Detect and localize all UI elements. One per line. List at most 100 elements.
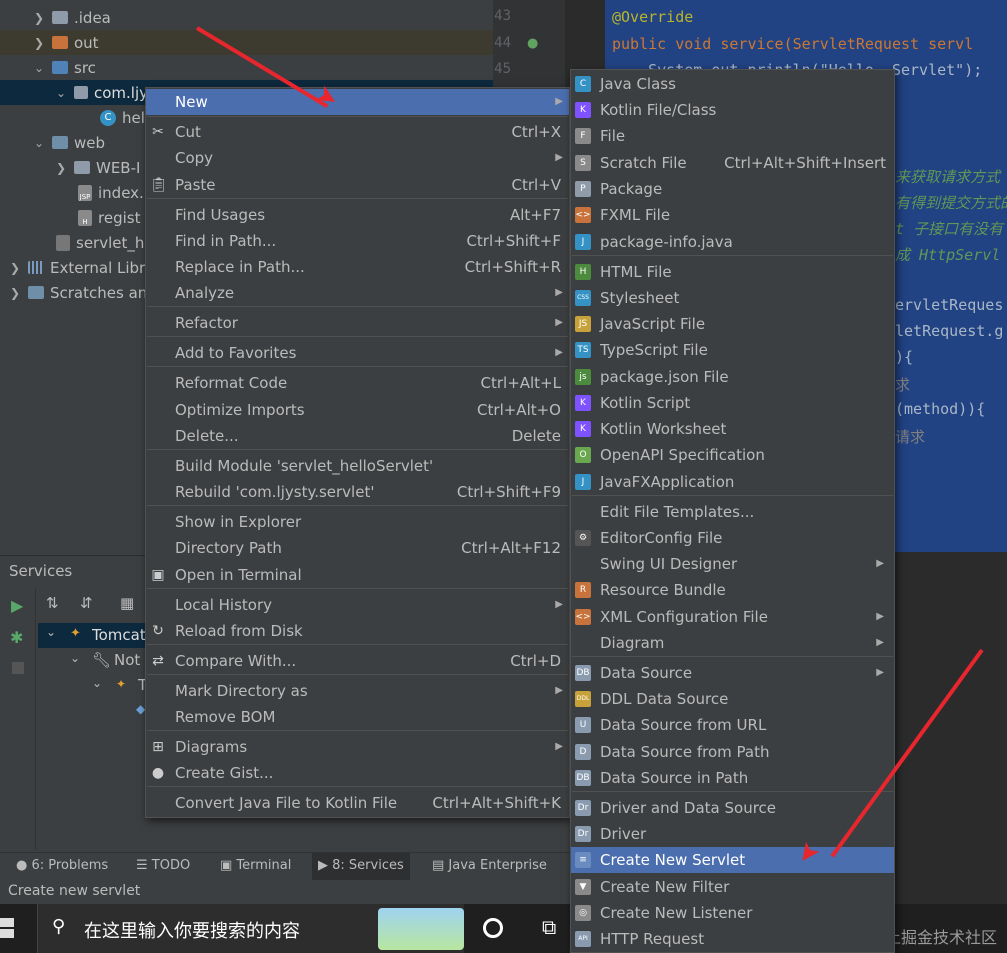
tomcat-icon: ✦ (70, 626, 81, 641)
chevron-right-icon[interactable]: ❯ (8, 261, 22, 275)
menu-item-new[interactable]: New ▶ (146, 89, 569, 115)
override-icon[interactable]: ● (527, 36, 538, 51)
menu-item-file[interactable]: F File (571, 123, 894, 149)
menu-item-http-request[interactable]: API HTTP Request (571, 926, 894, 952)
menu-item-delete[interactable]: Delete... Delete (146, 423, 569, 449)
submenu-arrow-icon: ▶ (555, 685, 563, 696)
menu-item-compare-with[interactable]: ⇄ Compare With... Ctrl+D (146, 648, 569, 674)
chevron-down-icon[interactable]: ⌄ (92, 676, 102, 690)
menu-item-open-in-terminal[interactable]: ▣ Open in Terminal (146, 562, 569, 588)
menu-item-scratch-file[interactable]: S Scratch File Ctrl+Alt+Shift+Insert (571, 150, 894, 176)
group-icon[interactable]: ▦ (120, 594, 134, 612)
code-line: public void service(ServletRequest servl (612, 35, 974, 53)
service-item-tomcat[interactable]: ⌄ ✦ Tomcat (38, 623, 148, 648)
menu-item-add-to-favorites[interactable]: Add to Favorites ▶ (146, 340, 569, 366)
menu-item-xml-configuration-file[interactable]: <> XML Configuration File ▶ (571, 604, 894, 630)
menu-item-javascript-file[interactable]: JS JavaScript File (571, 311, 894, 337)
tab-services[interactable]: ▶ 8: Services (312, 853, 410, 881)
windows-start-icon[interactable] (0, 918, 14, 938)
tree-item-idea[interactable]: ❯ .idea (0, 5, 493, 30)
submenu-arrow-icon: ▶ (876, 637, 884, 648)
submenu-arrow-icon: ▶ (555, 287, 563, 298)
tab-terminal[interactable]: ▣ Terminal (220, 858, 291, 873)
tab-todo[interactable]: ☰ TODO (136, 858, 190, 873)
tree-item-out[interactable]: ❯ out (0, 30, 493, 55)
menu-item-diagram[interactable]: Diagram ▶ (571, 630, 894, 656)
menu-item-optimize-imports[interactable]: Optimize Imports Ctrl+Alt+O (146, 397, 569, 423)
menu-item-data-source-from-url[interactable]: U Data Source from URL (571, 712, 894, 738)
menu-item-find-usages[interactable]: Find Usages Alt+F7 (146, 202, 569, 228)
stop-icon[interactable] (12, 662, 24, 674)
menu-item-swing-ui-designer[interactable]: Swing UI Designer ▶ (571, 551, 894, 577)
menu-item-package-info-java[interactable]: Jpackage-info.java (571, 229, 894, 255)
menu-item-html-file[interactable]: H HTML File (571, 259, 894, 285)
tab-problems[interactable]: ● 6: Problems (16, 858, 108, 873)
collapse-all-icon[interactable]: ⇵ (80, 594, 93, 612)
menu-item-edit-file-templates[interactable]: Edit File Templates... (571, 499, 894, 525)
menu-item-ddl-data-source[interactable]: DDL DDL Data Source (571, 686, 894, 712)
menu-item-kotlin-script[interactable]: K Kotlin Script (571, 390, 894, 416)
menu-item-convert-java-file-to-kotlin-file[interactable]: Convert Java File to Kotlin File Ctrl+Alt… (146, 790, 569, 816)
menu-item-driver-and-data-source[interactable]: Dr Driver and Data Source (571, 795, 894, 821)
menu-item-analyze[interactable]: Analyze ▶ (146, 280, 569, 306)
chevron-down-icon[interactable]: ⌄ (70, 651, 80, 665)
menu-item-copy[interactable]: Copy ▶ (146, 145, 569, 171)
scratch-file-icon: S (575, 155, 591, 171)
menu-item-label: Data Source in Path (600, 769, 749, 787)
menu-item-typescript-file[interactable]: TS TypeScript File (571, 337, 894, 363)
chevron-right-icon[interactable]: ❯ (32, 11, 46, 25)
menu-item-data-source-in-path[interactable]: DB Data Source in Path (571, 765, 894, 791)
menu-item-fxml-file[interactable]: <> FXML File (571, 202, 894, 228)
menu-item-create-new-listener[interactable]: ◎ Create New Listener (571, 900, 894, 926)
run-icon[interactable]: ▶ (11, 596, 23, 615)
chevron-right-icon[interactable]: ❯ (32, 36, 46, 50)
menu-item-package-json-file[interactable]: js package.json File (571, 364, 894, 390)
menu-item-remove-bom[interactable]: Remove BOM (146, 704, 569, 730)
menu-item-create-new-servlet[interactable]: ≡ Create New Servlet (571, 847, 894, 873)
chevron-right-icon[interactable]: ❯ (8, 286, 22, 300)
menu-item-refactor[interactable]: Refactor ▶ (146, 310, 569, 336)
menu-item-directory-path[interactable]: Directory Path Ctrl+Alt+F12 (146, 535, 569, 561)
chevron-down-icon[interactable]: ⌄ (32, 61, 46, 75)
menu-item-find-in-path[interactable]: Find in Path... Ctrl+Shift+F (146, 228, 569, 254)
menu-item-kotlin-file-class[interactable]: K Kotlin File/Class (571, 97, 894, 123)
chevron-down-icon[interactable]: ⌄ (54, 86, 68, 100)
expand-all-icon[interactable]: ⇅ (46, 594, 59, 612)
menu-item-kotlin-worksheet[interactable]: K Kotlin Worksheet (571, 416, 894, 442)
menu-item-rebuild-com-ljysty-servlet[interactable]: Rebuild 'com.ljysty.servlet' Ctrl+Shift+F… (146, 479, 569, 505)
chevron-down-icon[interactable]: ⌄ (46, 625, 56, 639)
menu-item-create-gist[interactable]: ● Create Gist... (146, 760, 569, 786)
menu-item-package[interactable]: P Package (571, 176, 894, 202)
menu-item-mark-directory-as[interactable]: Mark Directory as ▶ (146, 678, 569, 704)
debug-icon[interactable]: ✱ (10, 628, 23, 647)
menu-item-java-class[interactable]: C Java Class (571, 71, 894, 97)
chevron-right-icon[interactable]: ❯ (54, 161, 68, 175)
menu-item-paste[interactable]: 📋︎ Paste Ctrl+V (146, 172, 569, 198)
menu-item-show-in-explorer[interactable]: Show in Explorer (146, 509, 569, 535)
diagram-icon: ⊞ (152, 739, 164, 755)
menu-item-data-source-from-path[interactable]: D Data Source from Path (571, 739, 894, 765)
menu-item-build-module-servlet-helloservlet[interactable]: Build Module 'servlet_helloServlet' (146, 453, 569, 479)
menu-item-editorconfig-file[interactable]: ⚙ EditorConfig File (571, 525, 894, 551)
menu-item-reformat-code[interactable]: Reformat Code Ctrl+Alt+L (146, 370, 569, 396)
cortana-icon[interactable] (483, 918, 503, 938)
tab-java-enterprise[interactable]: ▤ Java Enterprise (432, 858, 547, 873)
menu-item-label: Data Source (600, 664, 693, 682)
kotlin-worksheet-icon: K (575, 421, 591, 437)
chevron-down-icon[interactable]: ⌄ (32, 136, 46, 150)
menu-item-data-source[interactable]: DB Data Source ▶ (571, 660, 894, 686)
menu-item-reload-from-disk[interactable]: ↻ Reload from Disk (146, 618, 569, 644)
menu-item-openapi-specification[interactable]: O OpenAPI Specification (571, 442, 894, 468)
code-comment: 求 (895, 376, 911, 394)
menu-item-replace-in-path[interactable]: Replace in Path... Ctrl+Shift+R (146, 254, 569, 280)
menu-item-javafxapplication[interactable]: J JavaFXApplication (571, 469, 894, 495)
task-view-icon[interactable]: ⧉ (542, 915, 556, 939)
menu-item-local-history[interactable]: Local History ▶ (146, 592, 569, 618)
taskbar-search[interactable]: ⚲ 在这里输入你要搜索的内容 (37, 904, 464, 953)
menu-item-create-new-filter[interactable]: ▼ Create New Filter (571, 874, 894, 900)
menu-item-label: Optimize Imports (175, 401, 305, 419)
menu-item-resource-bundle[interactable]: R Resource Bundle (571, 577, 894, 603)
menu-item-stylesheet[interactable]: CSS Stylesheet (571, 285, 894, 311)
menu-item-cut[interactable]: ✂ Cut Ctrl+X (146, 119, 569, 145)
menu-item-diagrams[interactable]: ⊞ Diagrams ▶ (146, 734, 569, 760)
